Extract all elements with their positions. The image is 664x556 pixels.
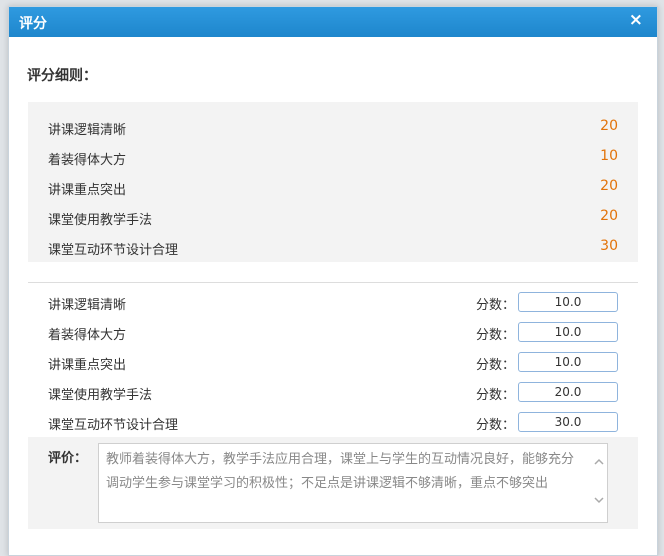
score-dialog: 评分 × 评分细则： 讲课逻辑清晰 20 着装得体大方 10 讲课重点突出 20… <box>8 6 658 556</box>
score-item-name: 课堂使用教学手法 <box>48 388 153 403</box>
close-icon[interactable]: × <box>629 10 643 30</box>
rule-name: 课堂使用教学手法 <box>48 213 153 228</box>
score-row: 课堂使用教学手法 分数： <box>28 377 638 407</box>
rule-points: 20 <box>600 208 618 224</box>
score-row: 着装得体大方 分数： <box>28 317 638 347</box>
score-label: 分数： <box>476 298 516 313</box>
comment-textarea[interactable]: 教师着装得体大方，教学手法应用合理，课堂上与学生的互动情况良好，能够充分调动学生… <box>98 443 608 523</box>
rule-points: 10 <box>600 148 618 164</box>
rules-heading: 评分细则： <box>27 68 97 84</box>
rule-name: 课堂互动环节设计合理 <box>48 243 179 258</box>
score-input[interactable] <box>518 292 618 312</box>
score-panel: 讲课逻辑清晰 分数： 着装得体大方 分数： 讲课重点突出 分数： 课堂使用教学手… <box>28 287 638 529</box>
score-label: 分数： <box>476 388 516 403</box>
comment-label: 评价： <box>48 451 88 466</box>
rule-row: 课堂使用教学手法 20 <box>48 202 618 232</box>
score-item-name: 着装得体大方 <box>48 328 127 343</box>
comment-text: 教师着装得体大方，教学手法应用合理，课堂上与学生的互动情况良好，能够充分调动学生… <box>106 452 575 491</box>
score-row: 课堂互动环节设计合理 分数： <box>28 407 638 437</box>
chevron-down-icon[interactable] <box>594 496 604 504</box>
score-input[interactable] <box>518 352 618 372</box>
chevron-up-icon[interactable] <box>594 458 604 466</box>
rule-row: 课堂互动环节设计合理 30 <box>48 232 618 262</box>
rule-name: 讲课重点突出 <box>48 183 127 198</box>
score-item-name: 讲课重点突出 <box>48 358 127 373</box>
rule-points: 20 <box>600 118 618 134</box>
rule-name: 着装得体大方 <box>48 153 127 168</box>
dialog-title: 评分 <box>19 16 47 32</box>
score-label: 分数： <box>476 358 516 373</box>
score-label: 分数： <box>476 418 516 433</box>
rule-row: 讲课重点突出 20 <box>48 172 618 202</box>
rule-points: 30 <box>600 238 618 254</box>
score-row: 讲课重点突出 分数： <box>28 347 638 377</box>
score-input[interactable] <box>518 412 618 432</box>
rule-row: 讲课逻辑清晰 20 <box>48 112 618 142</box>
rules-panel: 讲课逻辑清晰 20 着装得体大方 10 讲课重点突出 20 课堂使用教学手法 2… <box>28 102 638 262</box>
scrollbar[interactable] <box>591 444 607 522</box>
score-item-name: 讲课逻辑清晰 <box>48 298 127 313</box>
score-input[interactable] <box>518 382 618 402</box>
score-item-name: 课堂互动环节设计合理 <box>48 418 179 433</box>
score-label: 分数： <box>476 328 516 343</box>
score-input[interactable] <box>518 322 618 342</box>
dialog-header: 评分 × <box>9 7 657 37</box>
score-row: 讲课逻辑清晰 分数： <box>28 287 638 317</box>
rule-points: 20 <box>600 178 618 194</box>
rule-name: 讲课逻辑清晰 <box>48 123 127 138</box>
rule-row: 着装得体大方 10 <box>48 142 618 172</box>
divider <box>28 282 638 283</box>
comment-row: 评价： 教师着装得体大方，教学手法应用合理，课堂上与学生的互动情况良好，能够充分… <box>28 437 638 529</box>
